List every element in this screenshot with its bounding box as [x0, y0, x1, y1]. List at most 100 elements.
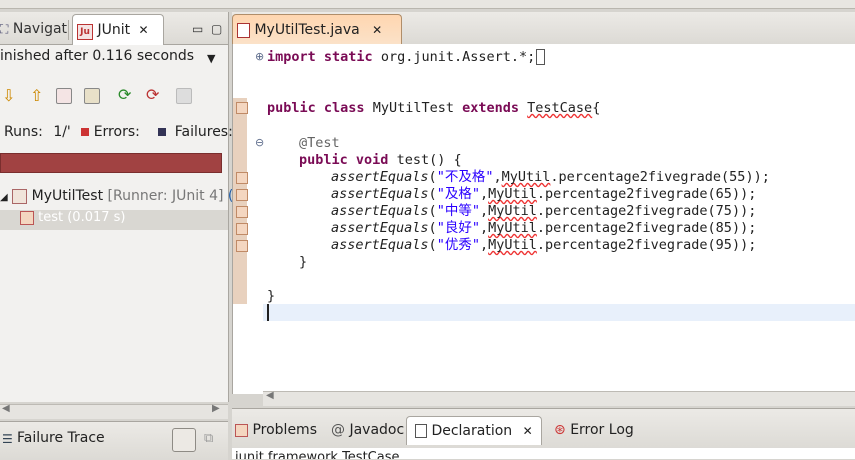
fold-expand-icon[interactable]: ⊕ — [255, 50, 264, 63]
class-ref: MyUtil — [488, 186, 537, 202]
fold-collapse-icon[interactable]: ⊖ — [255, 136, 264, 149]
errors-label: Errors: — [93, 124, 140, 140]
tab-error-log[interactable]: ⊛ Error Log — [554, 416, 634, 444]
tab-declaration[interactable]: Declaration ✕ — [406, 416, 542, 445]
import-path: org.junit.Assert.*; — [372, 49, 536, 65]
error-marker-icon[interactable] — [236, 172, 248, 184]
junit-horizontal-scrollbar[interactable]: ◀ ▶ — [0, 403, 228, 419]
assert-call: assertEquals — [331, 220, 429, 236]
rerun-test-icon[interactable]: ⟳ — [118, 85, 131, 104]
close-icon[interactable]: ✕ — [139, 23, 149, 37]
keyword: public — [267, 100, 316, 116]
code-line-class: public class MyUtilTest extends TestCase… — [267, 100, 600, 117]
class-ref: MyUtil — [488, 220, 537, 236]
declaration-text: junit.framework.TestCase — [235, 450, 400, 459]
junit-view — [0, 12, 229, 402]
code-line-assert: assertEquals("良好",MyUtil.percentage2five… — [331, 220, 757, 236]
tree-item-test-class[interactable]: ◢ MyUtilTest [Runner: JUnit 4] (0 — [0, 188, 242, 204]
tab-navigator-label: Navigat — [12, 21, 68, 37]
failures-only-icon[interactable] — [56, 88, 72, 104]
class-ref: MyUtil — [488, 237, 537, 253]
problems-icon — [235, 423, 248, 437]
stop-icon[interactable] — [176, 88, 192, 104]
view-menu-icon[interactable]: ▼ — [207, 52, 215, 65]
at-icon: @ — [331, 422, 345, 438]
failure-trace-header: ☰ Failure Trace ⧉ — [0, 421, 228, 460]
previous-failure-icon[interactable]: ⇧ — [30, 86, 43, 105]
tab-problems-label: Problems — [252, 422, 317, 438]
error-marker-icon[interactable] — [236, 223, 248, 235]
code-line-import: import static org.junit.Assert.*; — [267, 49, 546, 66]
error-icon — [81, 128, 90, 136]
tab-javadoc-label: Javadoc — [349, 422, 405, 438]
rerun-failed-icon[interactable]: ⟳ — [146, 85, 159, 104]
tab-junit-label: JUnit — [97, 22, 131, 38]
main-toolbar — [0, 0, 855, 9]
text-cursor — [267, 304, 269, 321]
java-file-icon — [237, 22, 250, 38]
class-name: MyUtilTest — [364, 100, 463, 116]
error-marker-icon[interactable] — [236, 189, 248, 201]
next-failure-icon[interactable]: ⇩ — [2, 86, 15, 105]
declaration-view: junit.framework.TestCase — [232, 448, 855, 459]
code-line-close-class: } — [267, 288, 276, 304]
test-runner: [Runner: JUnit 4] — [107, 188, 224, 204]
test-class-name: MyUtilTest — [31, 188, 104, 204]
keyword: void — [355, 152, 389, 168]
tab-separator — [68, 20, 69, 40]
filter-stack-button[interactable] — [172, 428, 196, 452]
expand-icon[interactable]: ◢ — [0, 192, 8, 203]
test-error-icon — [20, 210, 34, 225]
code-line-assert: assertEquals("及格",MyUtil.percentage2five… — [331, 186, 757, 202]
failures-label: Failures: — [174, 124, 233, 140]
tab-junit[interactable]: Ju JUnit ✕ — [72, 14, 164, 45]
current-line-highlight — [263, 304, 855, 321]
call-rest: .percentage2fivegrade(85)); — [536, 220, 757, 236]
scroll-lock-icon[interactable] — [84, 88, 100, 104]
brace: { — [592, 100, 601, 116]
error-marker-icon[interactable] — [236, 240, 248, 252]
class-ref: MyUtil — [488, 203, 537, 219]
class-ref: MyUtil — [501, 169, 551, 185]
editor-horizontal-scrollbar[interactable]: ◀ — [263, 390, 855, 406]
scroll-left-icon[interactable]: ◀ — [2, 403, 10, 414]
editor-tab-myutiltest[interactable]: MyUtilTest.java ✕ — [232, 14, 402, 45]
test-method-label: test (0.017 s) — [38, 210, 126, 225]
call-rest: .percentage2fivegrade(65)); — [536, 186, 757, 202]
keyword: static — [323, 49, 373, 65]
tree-item-test-method[interactable]: test (0.017 s) — [0, 210, 228, 230]
compare-icon[interactable]: ⧉ — [204, 431, 213, 446]
error-marker-icon[interactable] — [236, 206, 248, 218]
test-counters: Runs: 1/' Errors: Failures: — [0, 124, 233, 140]
tab-problems[interactable]: Problems — [235, 416, 317, 444]
tab-error-log-label: Error Log — [570, 422, 634, 438]
runs-label: Runs: — [4, 124, 43, 140]
method-signature: test() { — [388, 152, 462, 168]
failure-icon — [158, 128, 167, 136]
tab-javadoc[interactable]: @ Javadoc — [331, 416, 404, 444]
tab-declaration-label: Declaration — [431, 423, 513, 439]
superclass-name: TestCase — [527, 100, 593, 116]
failure-trace-label: Failure Trace — [17, 430, 105, 446]
scroll-right-icon[interactable]: ▶ — [212, 403, 220, 414]
code-line-assert: assertEquals("不及格",MyUtil.percentage2fiv… — [331, 169, 770, 185]
string-literal: "中等" — [436, 203, 480, 219]
close-icon[interactable]: ✕ — [523, 424, 533, 438]
close-icon[interactable]: ✕ — [372, 23, 382, 37]
text-caret-box — [536, 49, 546, 65]
code-line-annotation: @Test — [299, 135, 340, 151]
maximize-button[interactable]: ▢ — [211, 22, 222, 36]
scroll-left-icon[interactable]: ◀ — [266, 390, 274, 401]
error-log-icon: ⊛ — [554, 422, 566, 438]
tab-navigator[interactable]: ⛶ Navigat — [0, 14, 68, 44]
navigator-icon: ⛶ — [0, 22, 9, 36]
bottom-view-tabbar — [232, 408, 855, 449]
warning-marker-icon[interactable] — [236, 102, 248, 114]
runs-value: 1/' — [53, 124, 71, 140]
call-rest: .percentage2fivegrade(95)); — [536, 237, 757, 253]
minimize-button[interactable]: ▭ — [192, 22, 203, 36]
junit-status-text: inished after 0.116 seconds — [0, 48, 195, 64]
string-literal: "良好" — [436, 220, 480, 236]
declaration-icon — [415, 424, 427, 438]
